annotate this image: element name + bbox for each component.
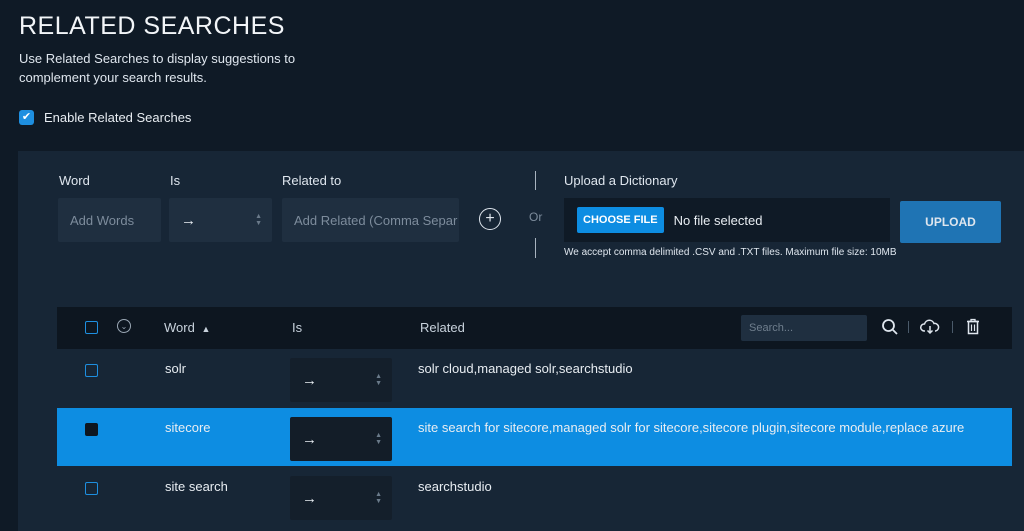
word-label: Word (59, 173, 90, 188)
row-word: solr (165, 361, 186, 376)
row-checkbox[interactable] (85, 364, 98, 377)
file-status: No file selected (673, 212, 763, 228)
related-column-header: Related (420, 320, 465, 335)
is-column-header: Is (292, 320, 303, 335)
page-title: RELATED SEARCHES (19, 12, 285, 40)
select-updown-icon: ▲ ▼ (375, 491, 382, 505)
row-word: sitecore (165, 420, 211, 435)
select-updown-icon: ▲ ▼ (375, 432, 382, 446)
table-row[interactable]: solr → ▲ ▼ solr cloud,managed solr,search… (57, 349, 1012, 407)
add-words-input[interactable]: Add Words (58, 198, 161, 242)
row-word: site search (165, 479, 228, 494)
select-updown-icon: ▲ ▼ (375, 373, 382, 387)
accept-note: We accept comma delimited .CSV and .TXT … (564, 247, 897, 258)
row-is-value: → (302, 489, 317, 507)
page-description: Use Related Searches to display suggesti… (19, 51, 296, 85)
word-header-label: Word (164, 320, 195, 335)
sort-asc-icon: ▲ (201, 324, 211, 334)
search-icon[interactable] (881, 318, 899, 336)
enable-label: Enable Related Searches (44, 110, 192, 125)
related-to-label: Related to (282, 173, 342, 188)
row-checkbox[interactable] (85, 482, 98, 495)
row-is-select[interactable]: → ▲ ▼ (290, 358, 392, 402)
table-row[interactable]: site search → ▲ ▼ searchstudio (57, 467, 1012, 525)
row-related: site search for sitecore,managed solr fo… (418, 420, 965, 435)
add-related-input[interactable]: Add Related (Comma Separ (282, 198, 459, 242)
row-is-value: → (302, 430, 317, 448)
row-related: searchstudio (418, 479, 492, 494)
word-column-header[interactable]: Word ▲ (164, 320, 210, 335)
row-checkbox[interactable] (85, 423, 98, 436)
upload-button[interactable]: UPLOAD (900, 201, 1001, 243)
row-related: solr cloud,managed solr,searchstudio (418, 361, 633, 376)
add-plus-icon[interactable]: + (479, 208, 501, 230)
is-select-value: → (181, 211, 196, 229)
is-label: Is (170, 173, 181, 188)
divider-top (535, 171, 536, 190)
table-search-input[interactable]: Search... (741, 315, 867, 341)
toolbar-separator (908, 321, 909, 333)
select-all-checkbox[interactable] (85, 321, 98, 334)
table-row[interactable]: sitecore → ▲ ▼ site search for sitecore,m… (57, 408, 1012, 466)
enable-checkbox[interactable]: ✔ (19, 110, 34, 125)
row-is-value: → (302, 371, 317, 389)
enable-related-searches-toggle[interactable]: ✔ Enable Related Searches (19, 110, 191, 125)
toolbar-separator (952, 321, 953, 333)
divider-bottom (535, 238, 536, 258)
row-is-select[interactable]: → ▲ ▼ (290, 476, 392, 520)
or-label: Or (529, 210, 543, 224)
table-header: ⌄ Word ▲ Is Related Search... (57, 307, 1012, 349)
choose-file-button[interactable]: CHOOSE FILE (577, 207, 664, 233)
cloud-download-icon[interactable] (920, 319, 940, 335)
file-input: CHOOSE FILE No file selected (564, 198, 890, 242)
trash-icon[interactable] (965, 318, 981, 335)
select-updown-icon: ▲ ▼ (255, 213, 262, 227)
is-select[interactable]: → ▲ ▼ (169, 198, 272, 242)
upload-dictionary-label: Upload a Dictionary (564, 173, 678, 188)
chevron-down-circle-icon[interactable]: ⌄ (117, 319, 131, 333)
row-is-select[interactable]: → ▲ ▼ (290, 417, 392, 461)
